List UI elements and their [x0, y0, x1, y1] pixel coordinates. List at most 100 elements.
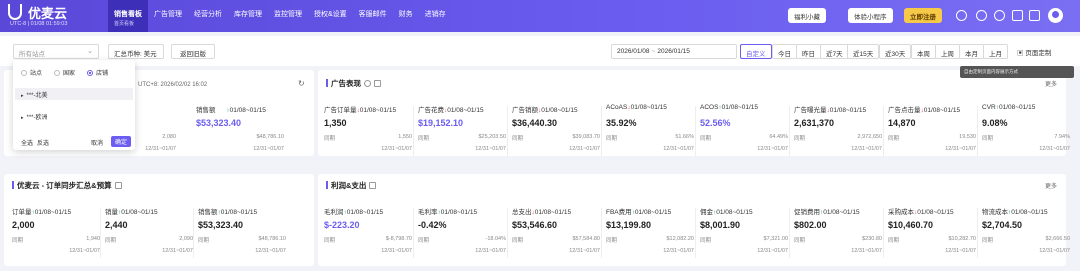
quick-this-week[interactable]: 本周	[911, 44, 936, 59]
metric-range: 01/08~01/15	[829, 107, 867, 114]
select-all-button[interactable]: 全选	[21, 138, 33, 147]
radio-store[interactable]: 店铺	[87, 68, 108, 77]
metric-compare: 19,530	[959, 134, 976, 140]
metric-period: 12/31~01/07	[1039, 146, 1070, 152]
nav-finance[interactable]: 财务	[393, 0, 419, 32]
metric-card: 销量↑01/08~01/15 2,440 同期 2,090 12/31~01/07	[105, 206, 197, 268]
custom-page-tooltip: 自由定制页面内容展示方式	[960, 66, 1074, 78]
refresh-icon[interactable]: ↻	[298, 79, 305, 88]
compare-label: 同期	[105, 238, 117, 244]
quick-today[interactable]: 今日	[772, 44, 797, 59]
service-icon[interactable]	[956, 10, 967, 21]
register-button[interactable]: 立即注册	[904, 8, 942, 23]
avatar[interactable]	[1048, 8, 1063, 23]
metric-value[interactable]: $-223.20	[324, 220, 360, 230]
welfare-button[interactable]: 福利小藏	[788, 8, 826, 23]
nav-auth-settings[interactable]: 授权&设置	[308, 0, 353, 32]
quick-last-month[interactable]: 上月	[983, 44, 1008, 59]
more-link[interactable]: 更多	[1045, 181, 1057, 190]
metric-divider	[977, 106, 978, 156]
metric-card: ACoAS↓01/08~01/15 35.92% 同期 51.66% 12/31~01/…	[606, 104, 698, 166]
confirm-button[interactable]: 确定	[111, 136, 132, 147]
metric-compare: 2,972,650	[857, 134, 882, 140]
nav-service-mail[interactable]: 客服邮件	[353, 0, 393, 32]
metric-card: 广告点击量↓01/08~01/15 14,870 同期 19,530 12/31~01/…	[888, 104, 980, 166]
metric-label: 销售额	[198, 209, 218, 216]
compare-label: 同期	[982, 136, 994, 142]
radio-country[interactable]: 国家	[54, 68, 75, 77]
metric-value: 2,631,370	[794, 118, 835, 128]
more-link[interactable]: 更多	[1045, 79, 1057, 88]
metric-divider	[413, 106, 414, 156]
metric-label: 销售额	[196, 107, 216, 114]
main-nav: 销售看板 首页看板 广告管理 经营分析 库存管理 监控管理 授权&设置 客服邮件…	[108, 0, 452, 32]
nav-purchase-sales[interactable]: 进销存	[419, 0, 452, 32]
date-range-picker[interactable]: 2026/01/08 ~2026/01/15	[611, 44, 737, 59]
logo[interactable]: 优麦云 UTC-8 | 01/08 01:59:03	[6, 2, 106, 30]
metric-card: FBA费用↑01/08~01/15 $13,199.80 同期 $12,082.20 1…	[606, 206, 698, 268]
custom-page-label: 页面定制	[1025, 50, 1052, 57]
currency-select[interactable]: 汇总币种: 美元	[108, 44, 164, 59]
metric-value[interactable]: 52.56%	[700, 118, 731, 128]
metric-range: 01/08~01/15	[220, 209, 258, 216]
metric-period: 12/31~01/07	[162, 248, 193, 254]
metric-compare: $7,321.00	[763, 236, 788, 242]
metric-compare: 7.94%	[1054, 134, 1070, 140]
metric-period: 12/31~01/07	[381, 146, 412, 152]
quick-yesterday[interactable]: 昨日	[796, 44, 821, 59]
mini-program-button[interactable]: 体验小程序	[848, 8, 893, 23]
custom-page-button[interactable]: ▣ 页面定制	[1012, 44, 1057, 59]
nav-analysis[interactable]: 经营分析	[188, 0, 228, 32]
metric-value[interactable]: $19,152.10	[418, 118, 463, 128]
metric-card: 广告销额↓01/08~01/15 $36,440.30 同期 $39,083.70 12…	[512, 104, 604, 166]
metric-card: 毛利率↑01/08~01/15 -0.42% 同期 -18.04% 12/31~01/0…	[418, 206, 510, 268]
metric-period: 12/31~01/07	[255, 248, 286, 254]
site-select[interactable]: 所有站点 ⌄	[13, 44, 99, 59]
metric-compare: $25,203.50	[478, 134, 506, 140]
metric-divider	[789, 106, 790, 156]
invert-button[interactable]: 反选	[37, 138, 49, 147]
date-separator: ~	[651, 48, 656, 55]
logo-icon	[8, 4, 22, 20]
metric-label: 广告销额	[512, 107, 538, 114]
metric-range: 01/08~01/15	[440, 209, 478, 216]
video-icon[interactable]	[369, 182, 377, 189]
nav-ads[interactable]: 广告管理	[148, 0, 188, 32]
video-icon[interactable]	[114, 182, 122, 189]
quick-30days[interactable]: 近30天	[879, 44, 912, 59]
old-version-button[interactable]: 返回旧版	[171, 44, 215, 59]
metric-label: 广告点击量	[888, 107, 921, 114]
message-icon[interactable]	[1029, 10, 1040, 21]
timezone-note: UTC+8: 2026/02/02 16:02	[138, 82, 208, 88]
quick-last-week[interactable]: 上周	[935, 44, 960, 59]
help-icon[interactable]	[364, 80, 371, 87]
compare-label: 同期	[888, 238, 900, 244]
help-icon[interactable]	[976, 10, 987, 21]
radio-site[interactable]: 站点	[21, 68, 42, 77]
cancel-button[interactable]: 取消	[91, 138, 103, 147]
metric-period: 12/31~01/07	[1039, 248, 1070, 254]
quick-custom[interactable]: 自定义	[740, 44, 772, 59]
cart-icon[interactable]	[1012, 10, 1023, 21]
app-name: 优麦云	[28, 6, 68, 21]
metric-label: 订单量	[12, 209, 32, 216]
compare-label: 同期	[700, 238, 712, 244]
metric-compare: -18.04%	[485, 236, 507, 242]
store-group-item[interactable]: ▸ ***-北美	[15, 88, 133, 100]
metric-value: $36,440.30	[512, 118, 558, 128]
quick-7days[interactable]: 近7天	[820, 44, 849, 59]
metric-label: 佣金	[700, 209, 713, 216]
compare-label: 同期	[794, 238, 806, 244]
store-group-item[interactable]: ▸ ***-欧洲	[15, 110, 133, 122]
nav-sales-board[interactable]: 销售看板 首页看板	[108, 0, 148, 32]
metric-compare: $230.80	[862, 236, 882, 242]
nav-inventory[interactable]: 库存管理	[228, 0, 268, 32]
compare-label: 同期	[198, 238, 210, 244]
metric-value: $13,199.80	[606, 220, 652, 230]
video-icon[interactable]	[374, 80, 381, 87]
quick-15days[interactable]: 近15天	[847, 44, 880, 59]
metric-range: 01/08~01/15	[998, 104, 1036, 111]
quick-this-month[interactable]: 本月	[959, 44, 984, 59]
info-icon[interactable]	[994, 10, 1005, 21]
nav-monitor[interactable]: 监控管理	[268, 0, 308, 32]
